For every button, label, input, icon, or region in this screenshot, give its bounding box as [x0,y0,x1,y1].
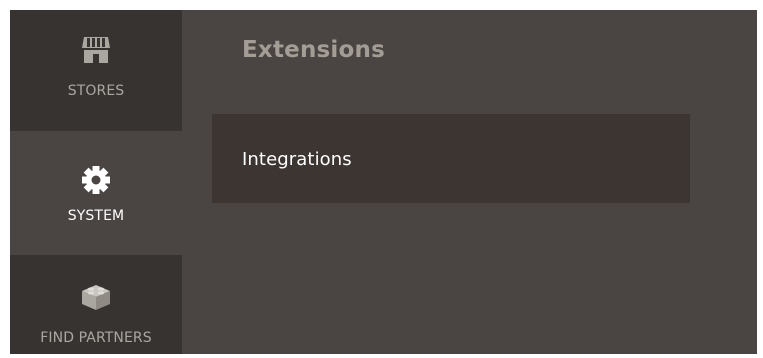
gear-icon [81,165,111,199]
sidebar-item-system[interactable]: SYSTEM [10,131,182,255]
sidebar-item-stores[interactable]: STORES [10,10,182,131]
lego-brick-icon [79,279,113,317]
submenu-section-title: Extensions [242,37,385,63]
sidebar-item-label: STORES [67,83,125,99]
submenu-item-label: Integrations [242,149,352,170]
submenu-item-integrations[interactable]: Integrations [212,114,690,203]
sidebar-item-label: SYSTEM [67,208,125,224]
admin-menu-frame: STORES SYSTEM FIND PARTNERS Extensions I… [10,10,757,354]
viewport: STORES SYSTEM FIND PARTNERS Extensions I… [0,0,763,358]
sidebar-item-find-partners[interactable]: FIND PARTNERS [10,255,182,354]
admin-sidebar: STORES SYSTEM FIND PARTNERS [10,10,182,354]
sidebar-item-label: FIND PARTNERS [40,330,152,346]
submenu-panel: Extensions Integrations [182,10,757,354]
store-icon [81,36,111,68]
